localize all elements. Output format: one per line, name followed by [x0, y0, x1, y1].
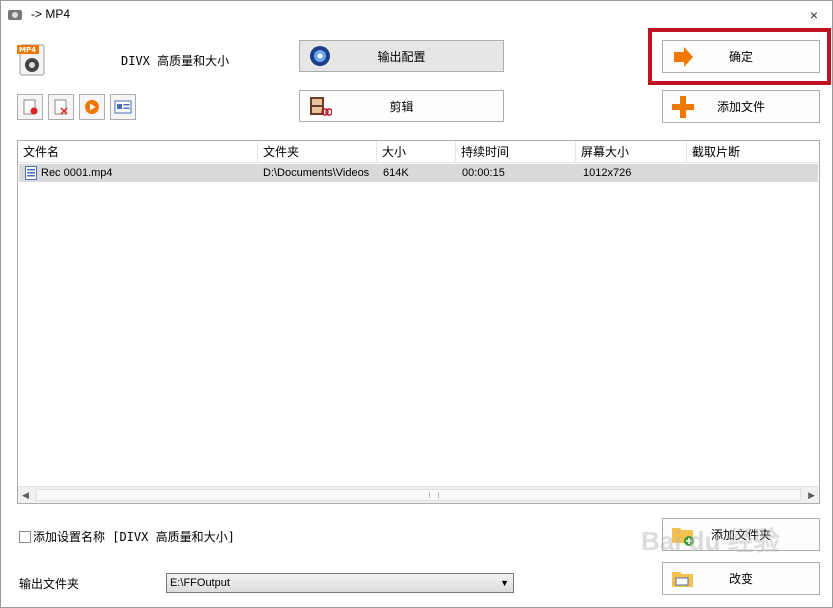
file-list-header: 文件名 文件夹 大小 持续时间 屏幕大小 截取片断: [18, 141, 819, 163]
output-folder-label: 输出文件夹: [19, 577, 80, 591]
main-window: -> MP4 × MP4 DIVX 高质量和大小 输出配置 剪辑 确定 添加文件…: [0, 0, 833, 608]
settings-disc-icon: [310, 46, 330, 66]
column-header-size[interactable]: 大小: [377, 141, 456, 163]
horizontal-scrollbar[interactable]: ◀ ▶: [18, 486, 819, 503]
app-icon: [8, 10, 22, 20]
play-icon: [85, 100, 99, 114]
add-setting-name-checkbox[interactable]: [19, 530, 31, 543]
ok-highlight-box: [648, 28, 831, 85]
column-header-clip[interactable]: 截取片断: [687, 141, 819, 163]
title-bar: -> MP4 ×: [1, 1, 832, 29]
file-list[interactable]: 文件名 文件夹 大小 持续时间 屏幕大小 截取片断 Rec 0001.mp4 D…: [17, 140, 820, 504]
output-settings-button[interactable]: 输出配置: [299, 40, 504, 72]
column-header-folder[interactable]: 文件夹: [258, 141, 377, 163]
table-row[interactable]: Rec 0001.mp4 D:\Documents\Videos 614K 00…: [19, 164, 818, 182]
mp4-file-icon: MP4: [17, 44, 45, 76]
play-button[interactable]: [79, 94, 105, 120]
output-folder-value: E:\FFOutput: [170, 577, 230, 589]
info-button[interactable]: [110, 94, 136, 120]
add-file-label: 添加文件: [716, 100, 765, 114]
change-button[interactable]: 改变: [662, 562, 820, 595]
output-folder-select[interactable]: E:\FFOutput ▼: [166, 573, 514, 593]
cell-clip: [689, 164, 693, 182]
clear-button[interactable]: [48, 94, 74, 120]
close-icon[interactable]: ×: [804, 5, 824, 25]
edit-button[interactable]: 剪辑: [299, 90, 504, 122]
scroll-left-icon[interactable]: ◀: [22, 490, 29, 501]
add-setting-name-label: 添加设置名称 [DIVX 高质量和大小]: [33, 530, 235, 544]
scroll-right-icon[interactable]: ▶: [808, 490, 815, 501]
svg-text:MP4: MP4: [19, 46, 36, 54]
column-header-duration[interactable]: 持续时间: [456, 141, 576, 163]
clear-icon: [54, 99, 68, 115]
remove-icon: [23, 99, 38, 115]
cell-size: 614K: [383, 167, 409, 179]
scrollbar-thumb[interactable]: [36, 489, 801, 501]
cell-duration: 00:00:15: [462, 167, 505, 179]
video-file-icon: [25, 166, 37, 180]
edit-label: 剪辑: [389, 99, 414, 114]
add-file-button[interactable]: 添加文件: [662, 90, 820, 123]
scrollbar-grip: [429, 492, 439, 498]
remove-button[interactable]: [17, 94, 43, 120]
folder-change-icon: [672, 571, 693, 587]
cell-folder: D:\Documents\Videos: [263, 167, 370, 179]
output-settings-label: 输出配置: [377, 49, 426, 64]
format-label: DIVX 高质量和大小: [121, 54, 230, 68]
window-title: -> MP4: [31, 7, 71, 21]
plus-icon: [672, 95, 694, 118]
film-scissors-icon: [310, 97, 332, 116]
change-label: 改变: [728, 572, 753, 586]
cell-filename: Rec 0001.mp4: [41, 167, 113, 179]
chevron-down-icon: ▼: [500, 578, 509, 588]
watermark: Bai du 经验: [641, 526, 780, 556]
info-icon: [114, 100, 132, 114]
column-header-screen-size[interactable]: 屏幕大小: [576, 141, 687, 163]
cell-screen-size: 1012x726: [583, 167, 632, 179]
add-setting-name-option[interactable]: 添加设置名称 [DIVX 高质量和大小]: [19, 528, 235, 545]
column-header-filename[interactable]: 文件名: [18, 141, 258, 163]
